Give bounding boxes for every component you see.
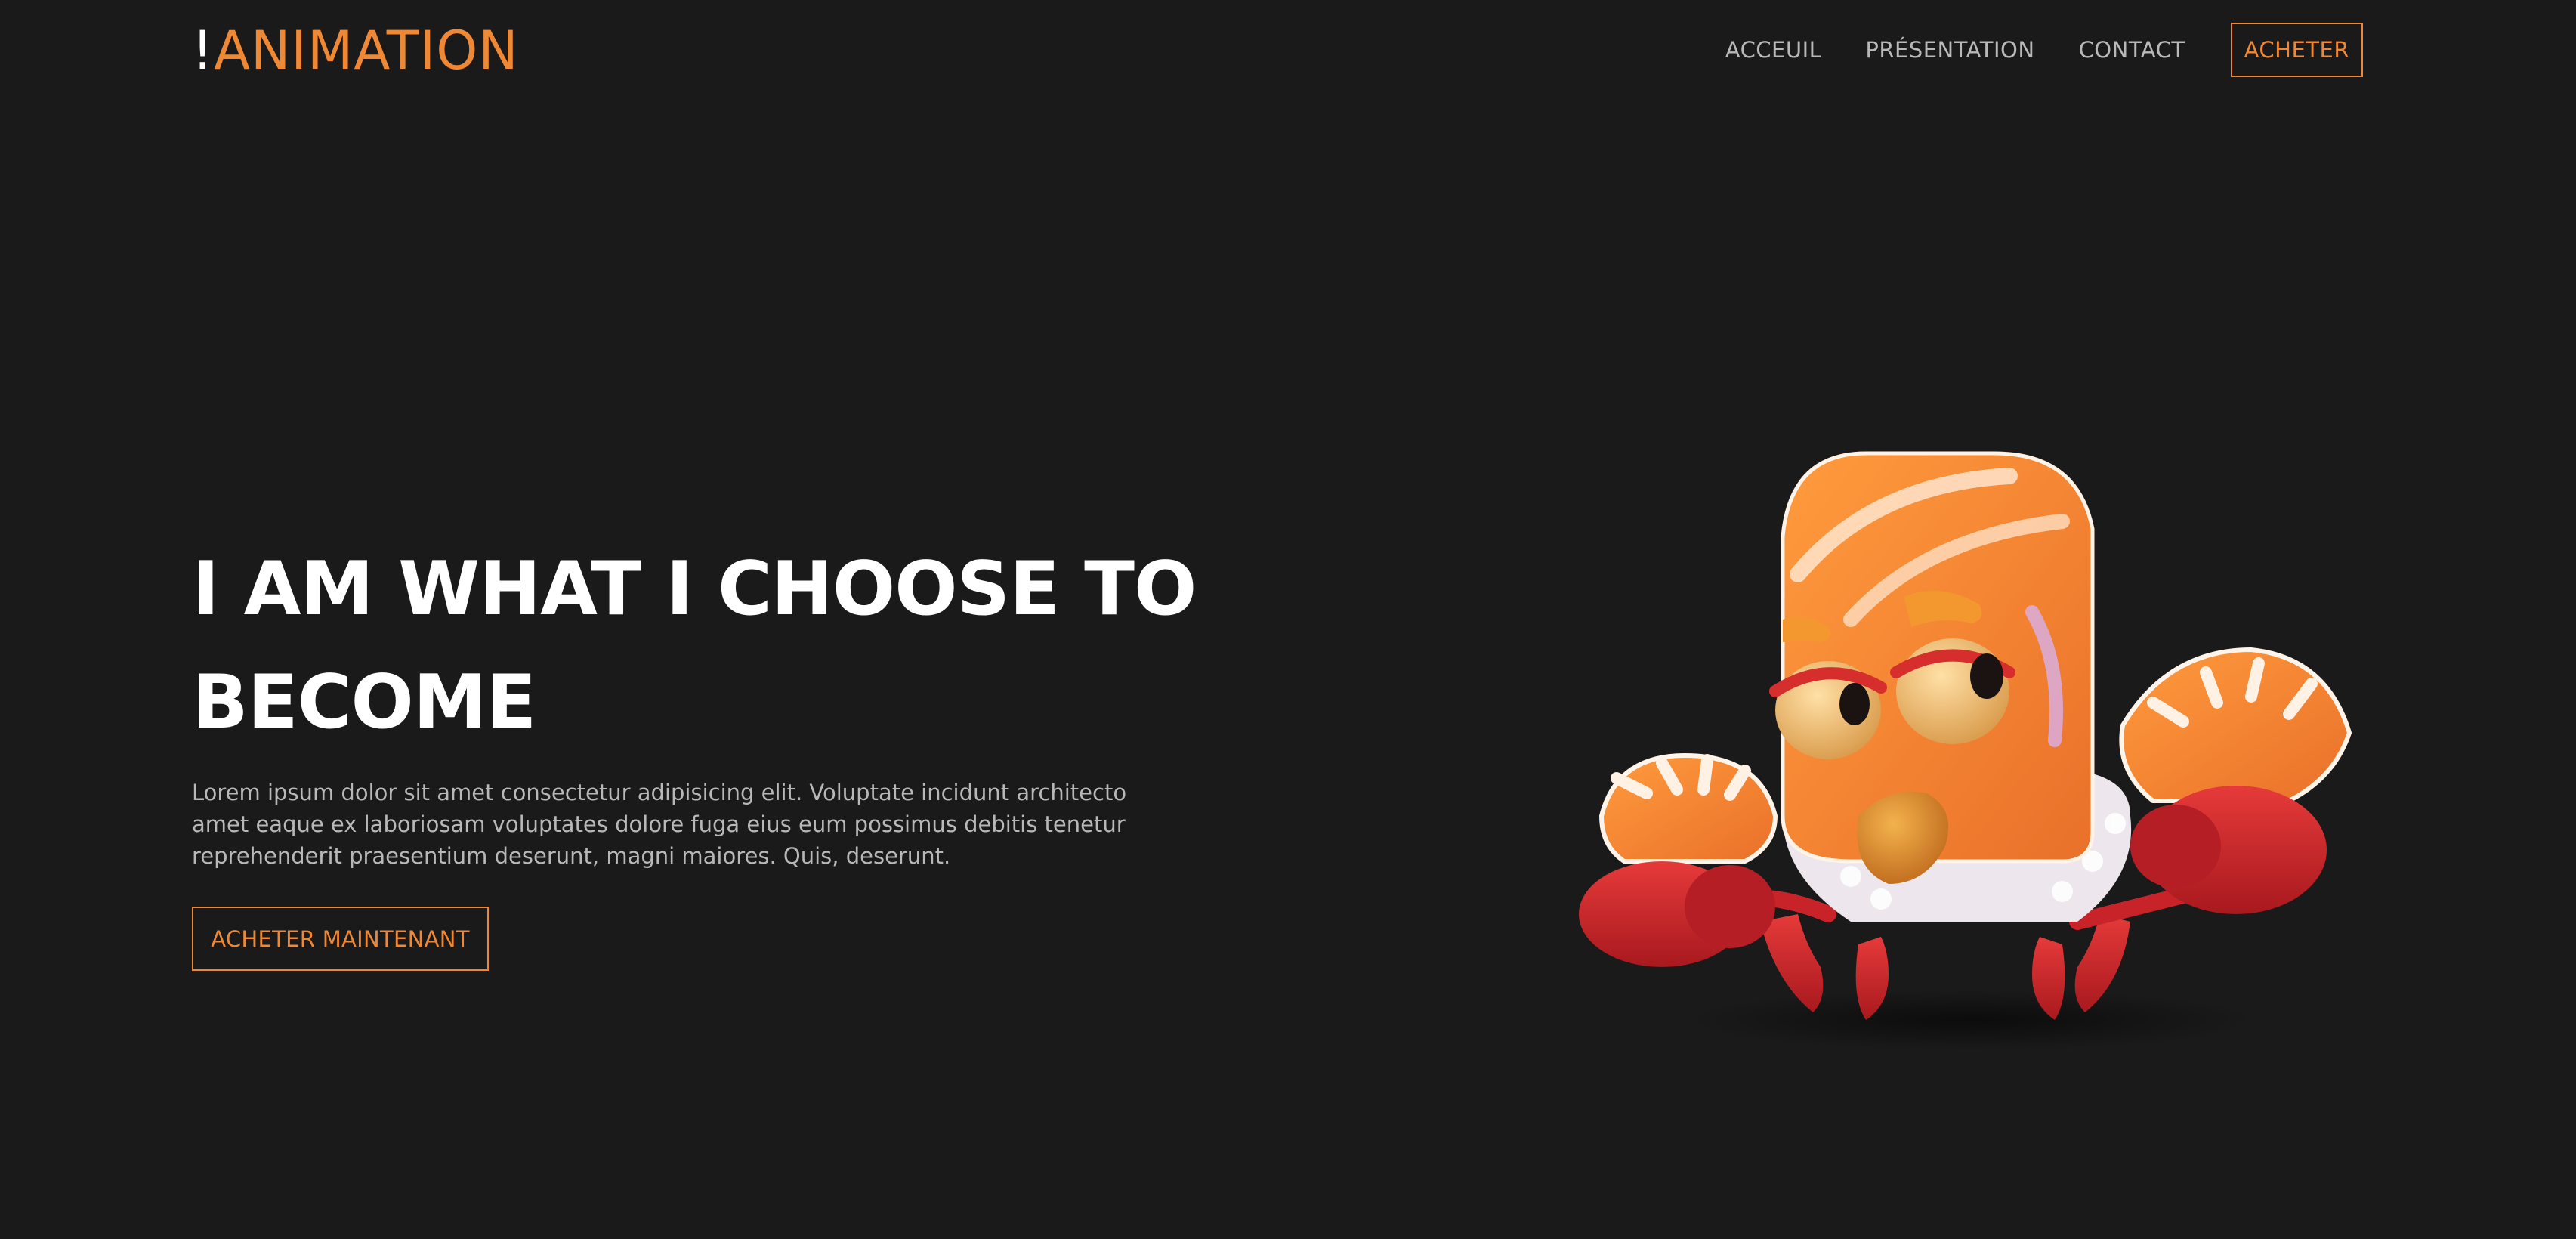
main-nav: ACCEUIL PRÉSENTATION CONTACT ACHETER — [1725, 23, 2363, 77]
logo-mark: ! — [192, 20, 215, 82]
nav-item-presentation[interactable]: PRÉSENTATION — [1865, 37, 2034, 63]
hero-description: Lorem ipsum dolor sit amet consectetur a… — [192, 780, 1127, 869]
logo-name: ANIMATION — [214, 20, 519, 82]
landing-page: !ANIMATION ACCEUIL PRÉSENTATION CONTACT … — [0, 0, 2576, 1239]
nav-item-contact[interactable]: CONTACT — [2079, 37, 2185, 63]
buy-now-button[interactable]: ACHETER MAINTENANT — [192, 907, 489, 971]
hero-title: I AM WHAT I CHOOSE TO BECOME — [192, 546, 1197, 746]
nav-item-accueil[interactable]: ACCEUIL — [1725, 37, 1822, 63]
buy-button[interactable]: ACHETER — [2230, 23, 2363, 77]
salmon-sushi-crab-mascot-icon — [1579, 451, 2352, 1050]
site-logo[interactable]: !ANIMATION — [192, 17, 519, 85]
